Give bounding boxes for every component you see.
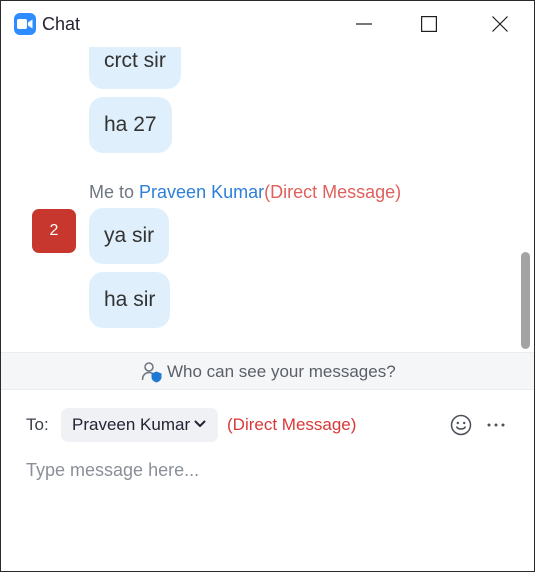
scrollbar-thumb[interactable]	[521, 252, 530, 349]
minimize-icon	[356, 23, 372, 25]
sender-message-type: (Direct Message)	[264, 182, 402, 202]
minimize-button[interactable]	[341, 1, 387, 47]
chat-window: Chat crct sir ha 27 Me to Praveen Kumar(…	[0, 0, 535, 572]
message-bubble[interactable]: ha 27	[89, 97, 172, 153]
window-title: Chat	[42, 14, 81, 34]
chat-messages-area[interactable]: crct sir ha 27 Me to Praveen Kumar(Direc…	[1, 47, 534, 352]
message-visibility-bar[interactable]: Who can see your messages?	[1, 352, 534, 390]
user-shield-icon	[141, 362, 162, 383]
message-bubble[interactable]: crct sir	[89, 47, 181, 89]
title-bar: Chat	[1, 1, 534, 47]
message-input[interactable]	[26, 458, 506, 482]
chevron-down-icon	[194, 420, 206, 427]
zoom-video-camera-icon	[14, 13, 36, 35]
recipient-dropdown[interactable]: Praveen Kumar	[61, 408, 218, 442]
recipient-dropdown-value: Praveen Kumar	[72, 415, 191, 434]
chat-scrollbar[interactable]	[518, 47, 532, 352]
maximize-icon	[421, 16, 437, 32]
emoji-icon	[450, 414, 472, 436]
visibility-info-text[interactable]: Who can see your messages?	[167, 362, 396, 382]
to-label: To:	[26, 415, 49, 434]
close-icon	[492, 16, 508, 32]
close-button[interactable]	[477, 1, 523, 47]
message-bubble[interactable]: ya sir	[89, 208, 170, 264]
more-options-button[interactable]	[486, 417, 506, 433]
unread-count-badge[interactable]: 2	[32, 209, 76, 253]
sender-recipient-name[interactable]: Praveen Kumar	[139, 182, 264, 202]
sender-header: Me to Praveen Kumar(Direct Message)	[89, 182, 401, 203]
emoji-button[interactable]	[450, 414, 472, 436]
message-composer: To: Praveen Kumar (Direct Message)	[1, 390, 534, 571]
more-options-icon	[487, 423, 505, 427]
maximize-button[interactable]	[406, 1, 452, 47]
sender-prefix: Me to	[89, 182, 140, 202]
message-bubble[interactable]: ha sir	[89, 272, 171, 328]
direct-message-label: (Direct Message)	[227, 415, 357, 434]
